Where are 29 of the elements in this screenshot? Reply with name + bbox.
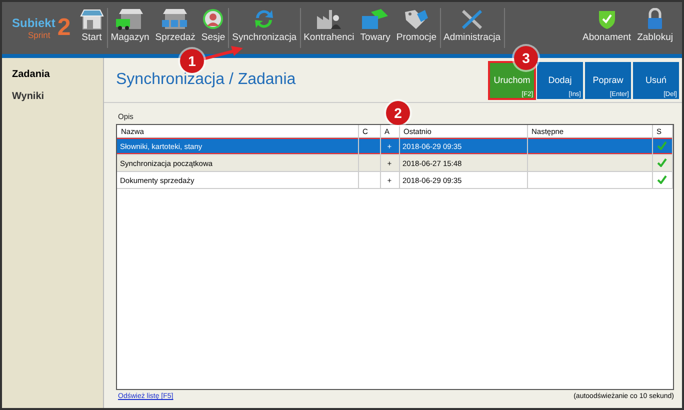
- toolbar-button[interactable]: Abonament: [579, 4, 634, 48]
- toolbar-button[interactable]: Towary: [357, 4, 394, 48]
- toolbar-button[interactable]: Magazyn: [108, 4, 152, 48]
- toolbar-button[interactable]: Start: [76, 4, 107, 48]
- table-cell: [358, 138, 380, 154]
- toolbar-button[interactable]: Administracja: [440, 4, 504, 48]
- tools-icon: [460, 8, 484, 30]
- store-icon: [80, 8, 104, 30]
- toolbar-button[interactable]: Sprzedaż: [152, 4, 198, 48]
- table-cell: [358, 172, 380, 188]
- table-cell: [358, 154, 380, 172]
- lock-icon: [646, 8, 664, 30]
- logo-number: 2: [57, 16, 71, 40]
- sidebar-item[interactable]: Wyniki: [2, 88, 103, 110]
- toolbar-button[interactable]: Zablokuj: [634, 4, 676, 48]
- toolbar-button[interactable]: Synchronizacja: [229, 4, 300, 48]
- logo-name: Subiekt: [12, 16, 56, 30]
- factory-icon: [316, 8, 342, 30]
- sidebar-item[interactable]: Zadania: [2, 66, 103, 88]
- toolbar-button[interactable]: Promocje: [393, 4, 440, 48]
- boxes-icon: [361, 8, 390, 30]
- page-title: Synchronizacja / Zadania: [116, 71, 297, 89]
- logo-subtitle: Sprint: [27, 30, 52, 40]
- price-tag-icon: [403, 8, 430, 30]
- arrow: [202, 46, 244, 60]
- toolbar-button[interactable]: Kontrahenci: [300, 4, 358, 48]
- user-icon: [202, 8, 224, 30]
- store-truck-icon: [114, 8, 145, 30]
- toolbar-button[interactable]: Sesje: [198, 4, 228, 48]
